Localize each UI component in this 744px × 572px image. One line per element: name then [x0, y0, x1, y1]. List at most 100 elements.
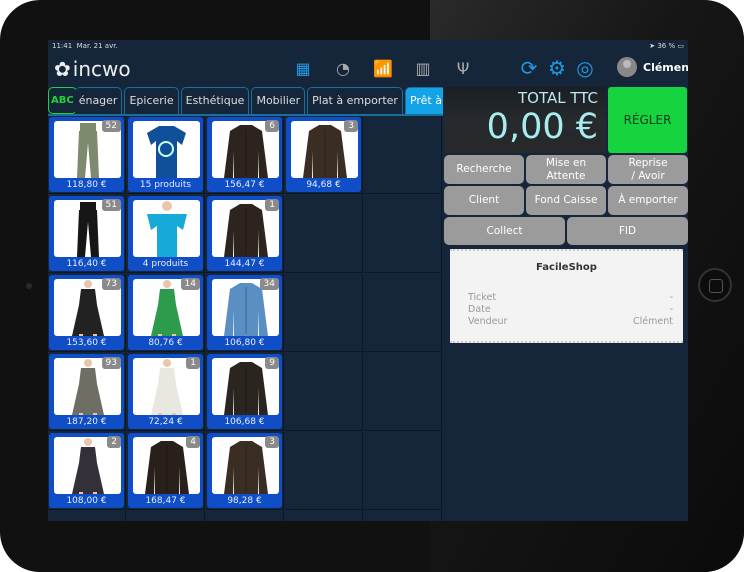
product-tile[interactable]: 15 produits	[127, 116, 205, 194]
product-tile[interactable]: 1 72,24 €	[127, 353, 205, 431]
main-nav: ▦ ◔ 📶 ▥ Ψ	[292, 58, 474, 80]
row-label: Ticket	[468, 292, 497, 303]
product-price: 15 produits	[139, 180, 192, 190]
tab-pret-a-porter[interactable]: Prêt à porter	[404, 87, 443, 114]
incwo-logo: ✿ incwo	[54, 57, 131, 81]
product-card[interactable]: 2 108,00 €	[49, 433, 124, 508]
pay-button[interactable]: RÉGLER	[608, 87, 687, 153]
product-card[interactable]: 73 153,60 €	[49, 275, 124, 350]
row-label: Date	[468, 304, 491, 315]
stock-badge: 2	[107, 436, 121, 448]
product-tile[interactable]: 14 80,76 €	[127, 274, 205, 352]
tab-epicerie[interactable]: Epicerie	[124, 87, 179, 114]
product-tile[interactable]: 3 94,68 €	[285, 116, 363, 194]
fid-button[interactable]: FID	[567, 217, 688, 245]
product-card[interactable]: 52 118,80 €	[49, 117, 124, 192]
receipt-row-vendeur: Vendeur Clément	[468, 316, 673, 327]
product-tile[interactable]: 6 156,47 €	[206, 116, 284, 194]
home-button[interactable]	[698, 268, 732, 302]
stock-badge: 6	[265, 120, 279, 132]
cart-panel: TOTAL TTC 0,00 € RÉGLER Recherche Mise e…	[444, 87, 688, 521]
product-tile[interactable]: 2 108,00 €	[48, 432, 126, 510]
receipt-row-date: Date -	[468, 304, 673, 315]
product-card[interactable]: 3 94,68 €	[286, 117, 361, 192]
tab-mobilier[interactable]: Mobilier	[251, 87, 306, 114]
collect-button[interactable]: Collect	[444, 217, 565, 245]
product-price: 108,00 €	[66, 496, 107, 506]
product-price: 116,40 €	[66, 259, 107, 269]
product-tile[interactable]: 73 153,60 €	[48, 274, 126, 352]
tab-plat-a-emporter[interactable]: Plat à emporter	[307, 87, 403, 114]
lifebuoy-icon[interactable]: ◎	[574, 57, 596, 79]
product-card[interactable]: 1 72,24 €	[128, 354, 203, 429]
product-price: 4 produits	[142, 259, 189, 269]
product-price: 153,60 €	[66, 338, 107, 348]
product-price: 144,47 €	[224, 259, 265, 269]
grid-cell	[364, 195, 442, 273]
stock-badge: 73	[101, 278, 121, 290]
gear-icon[interactable]: ⚙	[546, 57, 568, 79]
product-card[interactable]: 4 168,47 €	[128, 433, 203, 508]
user-name: Clément	[643, 60, 688, 74]
product-card[interactable]: 9 106,68 €	[207, 354, 282, 429]
grid-cell	[364, 511, 442, 521]
row-value: -	[669, 292, 673, 303]
stats-icon[interactable]: 📶	[372, 58, 394, 80]
grid-cell	[206, 511, 284, 521]
grid-cell	[285, 353, 363, 431]
product-image	[133, 121, 200, 178]
product-tile[interactable]: 1 144,47 €	[206, 195, 284, 273]
client-button[interactable]: Client	[444, 186, 524, 215]
battery-level: 36 %	[657, 42, 676, 50]
product-card[interactable]: 34 106,80 €	[207, 275, 282, 350]
product-grid: 52 118,80 € 15 produits 6 156,47 € 3 94,…	[48, 114, 443, 521]
product-price: 168,47 €	[145, 496, 186, 506]
row-value: Clément	[633, 316, 673, 327]
tab-abc[interactable]: ABC	[48, 87, 77, 114]
clock-receipt-icon[interactable]: ◔	[332, 58, 354, 80]
total-label: TOTAL TTC	[517, 89, 598, 107]
refund-button[interactable]: Reprise / Avoir	[608, 155, 688, 184]
product-tile[interactable]: 93 187,20 €	[48, 353, 126, 431]
search-button[interactable]: Recherche	[444, 155, 524, 184]
restaurant-icon[interactable]: Ψ	[452, 58, 474, 80]
stock-badge: 14	[180, 278, 200, 290]
shop-name: FacileShop	[536, 262, 597, 273]
stock-badge: 34	[259, 278, 279, 290]
product-card[interactable]: 4 produits	[128, 196, 203, 271]
stock-badge: 1	[186, 357, 200, 369]
product-tile[interactable]: 34 106,80 €	[206, 274, 284, 352]
battery-icon: ▭	[677, 42, 684, 50]
grid-cell	[285, 274, 363, 352]
product-tile[interactable]: 9 106,68 €	[206, 353, 284, 431]
status-time: 11:41	[52, 42, 73, 50]
product-card[interactable]: 3 98,28 €	[207, 433, 282, 508]
product-card[interactable]: 93 187,20 €	[49, 354, 124, 429]
product-tile[interactable]: 4 produits	[127, 195, 205, 273]
tab-esthetique[interactable]: Esthétique	[180, 87, 250, 114]
tab-menager[interactable]: énager	[74, 87, 123, 114]
product-tile[interactable]: 4 168,47 €	[127, 432, 205, 510]
stock-badge: 4	[186, 436, 200, 448]
product-card[interactable]: 1 144,47 €	[207, 196, 282, 271]
logo-text: incwo	[72, 57, 131, 81]
product-tile[interactable]: 51 116,40 €	[48, 195, 126, 273]
grid-icon[interactable]: ▦	[292, 58, 314, 80]
product-card[interactable]: 6 156,47 €	[207, 117, 282, 192]
sync-icon[interactable]: ⟳	[518, 57, 540, 79]
product-card[interactable]: 14 80,76 €	[128, 275, 203, 350]
cash-float-button[interactable]: Fond Caisse	[526, 186, 606, 215]
product-card[interactable]: 51 116,40 €	[49, 196, 124, 271]
receipt-preview: FacileShop Ticket - Date - Vendeur Clément	[450, 249, 683, 343]
product-card[interactable]: 15 produits	[128, 117, 203, 192]
user-menu[interactable]: Clément	[617, 57, 688, 77]
hold-button[interactable]: Mise en Attente	[526, 155, 606, 184]
product-tile[interactable]: 52 118,80 €	[48, 116, 126, 194]
product-tile[interactable]: 3 98,28 €	[206, 432, 284, 510]
stock-badge: 52	[101, 120, 121, 132]
product-price: 106,80 €	[224, 338, 265, 348]
status-date: Mar. 21 avr.	[76, 42, 118, 50]
stock-badge: 3	[265, 436, 279, 448]
takeaway-button[interactable]: À emporter	[608, 186, 688, 215]
barcode-icon[interactable]: ▥	[412, 58, 434, 80]
